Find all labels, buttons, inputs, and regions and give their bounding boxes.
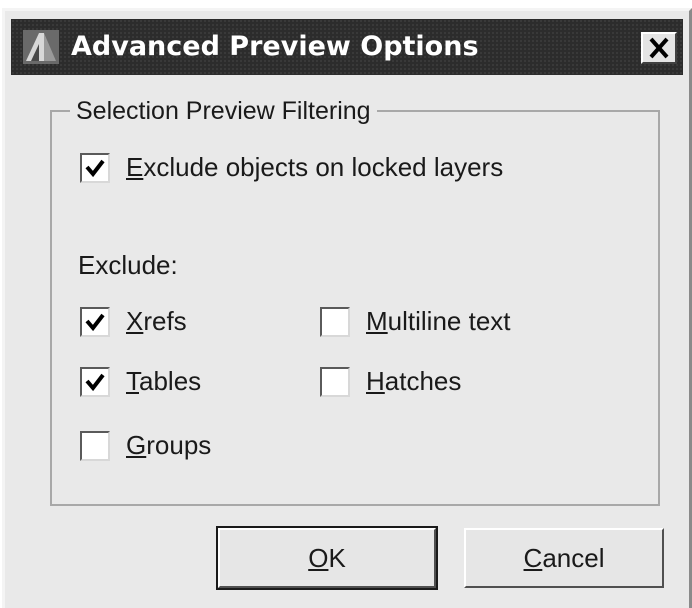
tables-label: Tables (126, 366, 202, 396)
tables-checkbox[interactable] (80, 366, 110, 397)
title-bar[interactable]: Advanced Preview Options (11, 19, 683, 75)
groups-label: Groups (126, 430, 212, 460)
hatches-checkbox-row[interactable]: Hatches (320, 366, 461, 397)
exclude-locked-layers-checkbox[interactable] (80, 152, 110, 183)
multiline-text-checkbox[interactable] (320, 306, 350, 337)
window-title: Advanced Preview Options (71, 31, 479, 62)
autocad-icon (23, 30, 59, 64)
multiline-text-checkbox-row[interactable]: Multiline text (320, 306, 511, 337)
ok-button-label: OK (308, 542, 346, 573)
close-button[interactable] (641, 32, 677, 64)
ok-button[interactable]: OK (216, 526, 438, 590)
xrefs-checkbox[interactable] (80, 306, 110, 337)
exclude-heading: Exclude: (78, 250, 178, 280)
close-icon (643, 37, 675, 66)
xrefs-label: Xrefs (126, 306, 187, 336)
exclude-locked-layers-checkbox-row[interactable]: Exclude objects on locked layers (80, 152, 503, 183)
multiline-text-label: Multiline text (366, 306, 511, 336)
groups-checkbox-row[interactable]: Groups (80, 430, 211, 461)
cancel-button[interactable]: Cancel (464, 528, 664, 588)
tables-checkbox-row[interactable]: Tables (80, 366, 201, 397)
checkmark-icon (85, 373, 105, 391)
checkmark-icon (85, 159, 105, 177)
group-title: Selection Preview Filtering (70, 94, 377, 128)
cancel-button-label: Cancel (523, 542, 605, 573)
xrefs-checkbox-row[interactable]: Xrefs (80, 306, 187, 337)
checkmark-icon (85, 313, 105, 331)
hatches-label: Hatches (366, 366, 462, 396)
exclude-locked-layers-label: Exclude objects on locked layers (126, 152, 504, 182)
groups-checkbox[interactable] (80, 430, 110, 461)
hatches-checkbox[interactable] (320, 366, 350, 397)
